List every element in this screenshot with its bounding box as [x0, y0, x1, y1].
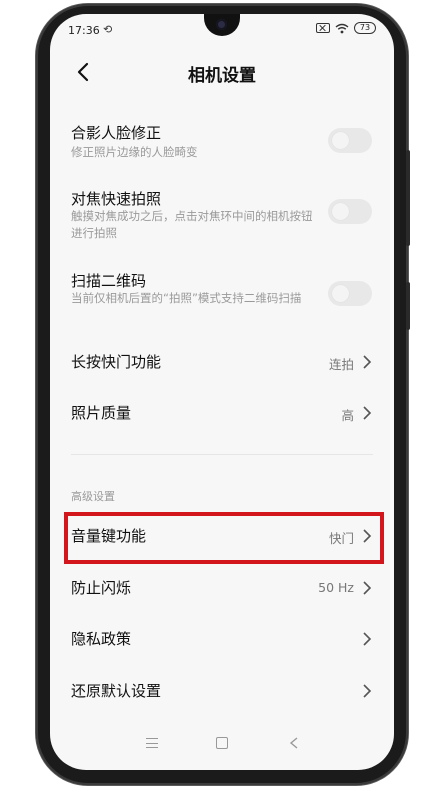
setting-label: 还原默认设置	[71, 682, 162, 700]
chevron-right-icon	[363, 581, 372, 595]
toggle-switch[interactable]	[328, 199, 372, 224]
highlight-box	[64, 512, 384, 564]
setting-label: 扫描二维码	[71, 272, 147, 290]
divider	[71, 454, 373, 455]
screen: 17:36 ⟲ 73 相机设置 合影人脸修正 修正照片边缘的人脸畸变 对焦快速拍…	[50, 14, 394, 770]
setting-row-anti-flicker[interactable]: 防止闪烁 50 Hz	[50, 575, 394, 601]
volume-button	[406, 150, 410, 246]
setting-label: 照片质量	[71, 404, 132, 422]
chevron-right-icon	[363, 684, 372, 698]
chevron-right-icon	[363, 406, 372, 420]
setting-group-qr-scan[interactable]: 扫描二维码 当前仅相机后置的“拍照”模式支持二维码扫描	[50, 270, 394, 328]
chevron-right-icon	[363, 632, 372, 646]
wifi-icon	[335, 23, 349, 33]
chevron-right-icon	[363, 355, 372, 369]
menu-icon[interactable]	[146, 738, 158, 748]
setting-row-photo-quality[interactable]: 照片质量 高	[50, 400, 394, 426]
setting-group-photo-fix[interactable]: 合影人脸修正 修正照片边缘的人脸畸变	[50, 118, 394, 168]
battery-icon: 73	[354, 22, 376, 34]
setting-group-focus-shoot[interactable]: 对焦快速拍照 触摸对焦成功之后，点击对焦环中间的相机按钮进行拍照	[50, 188, 394, 246]
setting-label: 长按快门功能	[71, 353, 162, 371]
sync-off-icon: ⟲	[103, 23, 113, 36]
setting-label: 隐私政策	[71, 630, 132, 648]
navigation-bar	[50, 726, 394, 770]
toggle-switch[interactable]	[328, 281, 372, 306]
section-title: 高级设置	[71, 490, 115, 503]
setting-value: 高	[341, 408, 354, 423]
status-time: 17:36	[68, 24, 100, 37]
setting-label: 对焦快速拍照	[71, 190, 162, 208]
sim-off-icon	[316, 23, 330, 33]
header: 相机设置	[50, 54, 394, 94]
power-button	[406, 282, 410, 330]
setting-value: 连拍	[328, 357, 354, 372]
status-bar: 17:36 ⟲ 73	[50, 14, 394, 42]
setting-desc: 当前仅相机后置的“拍照”模式支持二维码扫描	[71, 291, 302, 305]
setting-label: 合影人脸修正	[71, 124, 162, 142]
setting-label: 防止闪烁	[71, 579, 132, 597]
setting-row-long-press[interactable]: 长按快门功能 连拍	[50, 349, 394, 375]
setting-value: 50 Hz	[318, 580, 354, 595]
back-triangle-icon[interactable]	[288, 735, 300, 751]
page-title: 相机设置	[188, 66, 256, 86]
toggle-switch[interactable]	[328, 128, 372, 153]
home-icon[interactable]	[216, 737, 228, 749]
setting-row-privacy[interactable]: 隐私政策	[50, 626, 394, 652]
setting-desc: 触摸对焦成功之后，点击对焦环中间的相机按钮进行拍照	[71, 209, 313, 240]
setting-desc: 修正照片边缘的人脸畸变	[71, 145, 198, 159]
setting-row-reset[interactable]: 还原默认设置	[50, 678, 394, 704]
